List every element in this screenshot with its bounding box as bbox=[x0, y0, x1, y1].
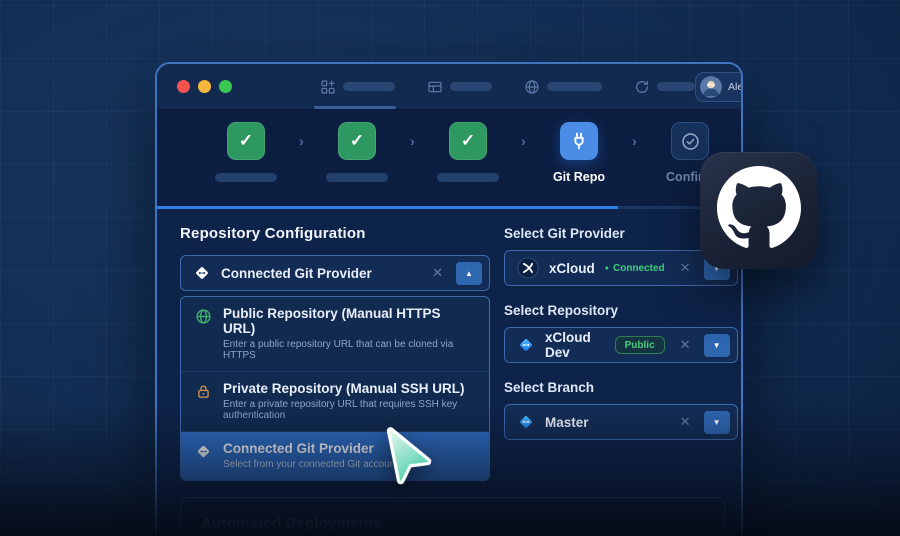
setup-stepper: ✓ › ✓ › ✓ › Git Repo bbox=[157, 110, 741, 209]
provider-mode-options: Public Repository (Manual HTTPS URL) Ent… bbox=[180, 296, 490, 481]
check-icon: ✓ bbox=[449, 122, 487, 160]
plug-icon bbox=[560, 122, 598, 160]
desktop-background: Alex ▾ ✓ › ✓ › ✓ › bbox=[0, 0, 900, 536]
select-value: Connected Git Provider bbox=[221, 266, 372, 281]
top-navigation bbox=[320, 64, 695, 109]
repository-field: Select Repository xCloud Dev Public ✕ ▼ bbox=[504, 303, 738, 363]
option-title: Connected Git Provider bbox=[223, 441, 403, 456]
chevron-right-icon: › bbox=[289, 122, 314, 160]
step-git-repo[interactable]: Git Repo bbox=[536, 122, 622, 184]
option-public-repository[interactable]: Public Repository (Manual HTTPS URL) Ent… bbox=[181, 297, 489, 372]
check-icon: ✓ bbox=[227, 122, 265, 160]
nav-item-sync[interactable] bbox=[634, 64, 695, 109]
chevron-right-icon: › bbox=[622, 122, 647, 160]
select-value: Master bbox=[545, 415, 589, 430]
repository-select[interactable]: xCloud Dev Public ✕ ▼ bbox=[504, 327, 738, 363]
select-value: xCloud bbox=[549, 261, 595, 276]
check-icon: ✓ bbox=[338, 122, 376, 160]
branch-field: Select Branch Master ✕ ▼ bbox=[504, 380, 738, 440]
chevron-down-icon: ▼ bbox=[713, 418, 721, 427]
clear-icon[interactable]: ✕ bbox=[429, 265, 446, 281]
step-label: Git Repo bbox=[553, 170, 605, 184]
apps-icon bbox=[320, 79, 336, 95]
stepper-steps: ✓ › ✓ › ✓ › Git Repo bbox=[157, 110, 741, 184]
minimize-window-button[interactable] bbox=[198, 80, 211, 93]
user-name: Alex bbox=[728, 81, 743, 93]
git-diamond-icon bbox=[195, 441, 212, 465]
clear-icon[interactable]: ✕ bbox=[677, 337, 694, 353]
select-value: xCloud Dev bbox=[545, 330, 605, 360]
automated-deployments-title: Automated Deployments bbox=[201, 515, 704, 532]
step-completed-2[interactable]: ✓ bbox=[314, 122, 400, 182]
xcloud-logo-icon bbox=[517, 257, 539, 279]
branch-diamond-icon bbox=[517, 413, 535, 431]
globe-icon bbox=[195, 306, 212, 330]
panel-title: Repository Configuration bbox=[180, 225, 490, 242]
nav-item-projects[interactable] bbox=[427, 64, 492, 109]
mouse-cursor-icon bbox=[375, 424, 439, 495]
status-dot-icon: ● bbox=[605, 265, 609, 272]
window-titlebar: Alex ▾ bbox=[157, 64, 741, 110]
expand-dropdown-button[interactable]: ▼ bbox=[704, 411, 730, 434]
branch-select[interactable]: Master ✕ ▼ bbox=[504, 404, 738, 440]
connected-badge: ● Connected bbox=[605, 263, 665, 274]
nav-item-domains[interactable] bbox=[524, 64, 602, 109]
option-description: Enter a public repository URL that can b… bbox=[223, 339, 475, 361]
step-label-skeleton bbox=[326, 173, 388, 182]
github-card bbox=[700, 152, 817, 269]
public-badge: Public bbox=[615, 336, 665, 354]
stepper-progress-track bbox=[157, 206, 741, 209]
projects-icon bbox=[427, 79, 443, 95]
stepper-progress-fill bbox=[157, 206, 618, 209]
step-label-skeleton bbox=[215, 173, 277, 182]
chevron-down-icon: ▼ bbox=[713, 341, 721, 350]
collapse-dropdown-button[interactable]: ▲ bbox=[456, 262, 482, 285]
lock-icon bbox=[195, 381, 212, 405]
option-description: Enter a private repository URL that requ… bbox=[223, 399, 475, 421]
chevron-up-icon: ▲ bbox=[465, 269, 473, 278]
nav-label-skeleton bbox=[547, 82, 602, 91]
chevron-right-icon: › bbox=[511, 122, 536, 160]
window-controls bbox=[177, 80, 232, 93]
chevron-right-icon: › bbox=[400, 122, 425, 160]
avatar bbox=[700, 76, 722, 98]
option-title: Private Repository (Manual SSH URL) bbox=[223, 381, 475, 396]
provider-mode-select[interactable]: Connected Git Provider ✕ ▲ bbox=[180, 255, 490, 291]
repo-diamond-icon bbox=[517, 336, 535, 354]
nav-label-skeleton bbox=[450, 82, 492, 91]
step-label-skeleton bbox=[437, 173, 499, 182]
option-title: Public Repository (Manual HTTPS URL) bbox=[223, 306, 475, 336]
option-connected-git-provider[interactable]: Connected Git Provider Select from your … bbox=[181, 432, 489, 480]
user-menu[interactable]: Alex ▾ bbox=[695, 72, 743, 102]
step-completed-1[interactable]: ✓ bbox=[203, 122, 289, 182]
badge-label: Connected bbox=[613, 263, 665, 274]
maximize-window-button[interactable] bbox=[219, 80, 232, 93]
option-description: Select from your connected Git accounts bbox=[223, 459, 403, 470]
expand-dropdown-button[interactable]: ▼ bbox=[704, 334, 730, 357]
sync-icon bbox=[634, 79, 650, 95]
github-icon bbox=[717, 166, 801, 255]
clear-icon[interactable]: ✕ bbox=[677, 260, 694, 276]
clear-icon[interactable]: ✕ bbox=[677, 414, 694, 430]
app-window: Alex ▾ ✓ › ✓ › ✓ › bbox=[155, 62, 743, 536]
nav-item-dashboard[interactable] bbox=[320, 64, 395, 109]
globe-icon bbox=[524, 79, 540, 95]
git-diamond-icon bbox=[193, 264, 211, 282]
nav-label-skeleton bbox=[657, 82, 695, 91]
git-selection-panel: Select Git Provider xCloud ● Connected ✕ bbox=[504, 223, 738, 481]
option-private-repository[interactable]: Private Repository (Manual SSH URL) Ente… bbox=[181, 372, 489, 432]
field-label: Select Repository bbox=[504, 303, 738, 318]
close-window-button[interactable] bbox=[177, 80, 190, 93]
main-content: Repository Configuration Connected Git P… bbox=[157, 209, 741, 536]
nav-label-skeleton bbox=[343, 82, 395, 91]
field-label: Select Branch bbox=[504, 380, 738, 395]
step-completed-3[interactable]: ✓ bbox=[425, 122, 511, 182]
repository-configuration-panel: Repository Configuration Connected Git P… bbox=[180, 223, 490, 481]
automated-deployments-section: Automated Deployments bbox=[180, 497, 725, 536]
circle-check-icon bbox=[671, 122, 709, 160]
